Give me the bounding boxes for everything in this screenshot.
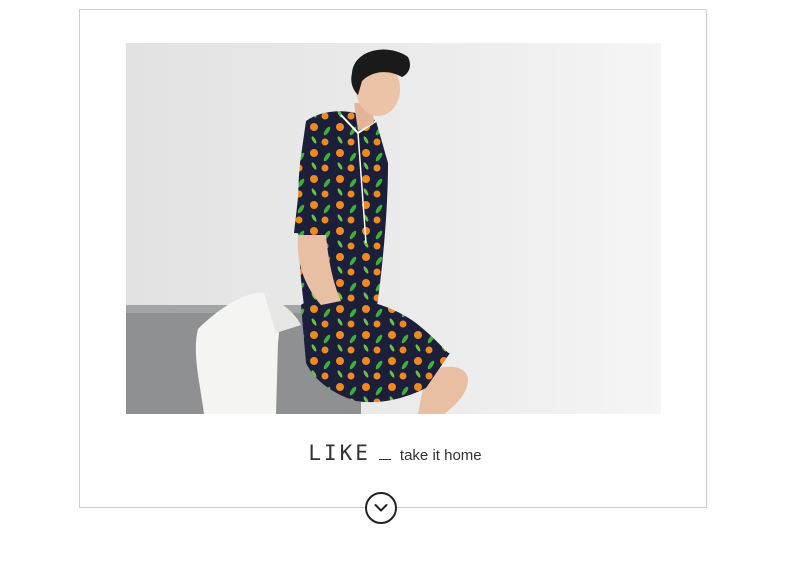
caption-tagline: take it home	[399, 447, 482, 464]
caption-title: LIKE	[308, 441, 371, 465]
product-photo	[126, 43, 661, 414]
chevron-down-icon	[374, 504, 388, 512]
caption: LIKE take it home	[0, 441, 790, 465]
caption-dash	[378, 459, 391, 460]
scroll-down-button[interactable]	[365, 492, 397, 524]
